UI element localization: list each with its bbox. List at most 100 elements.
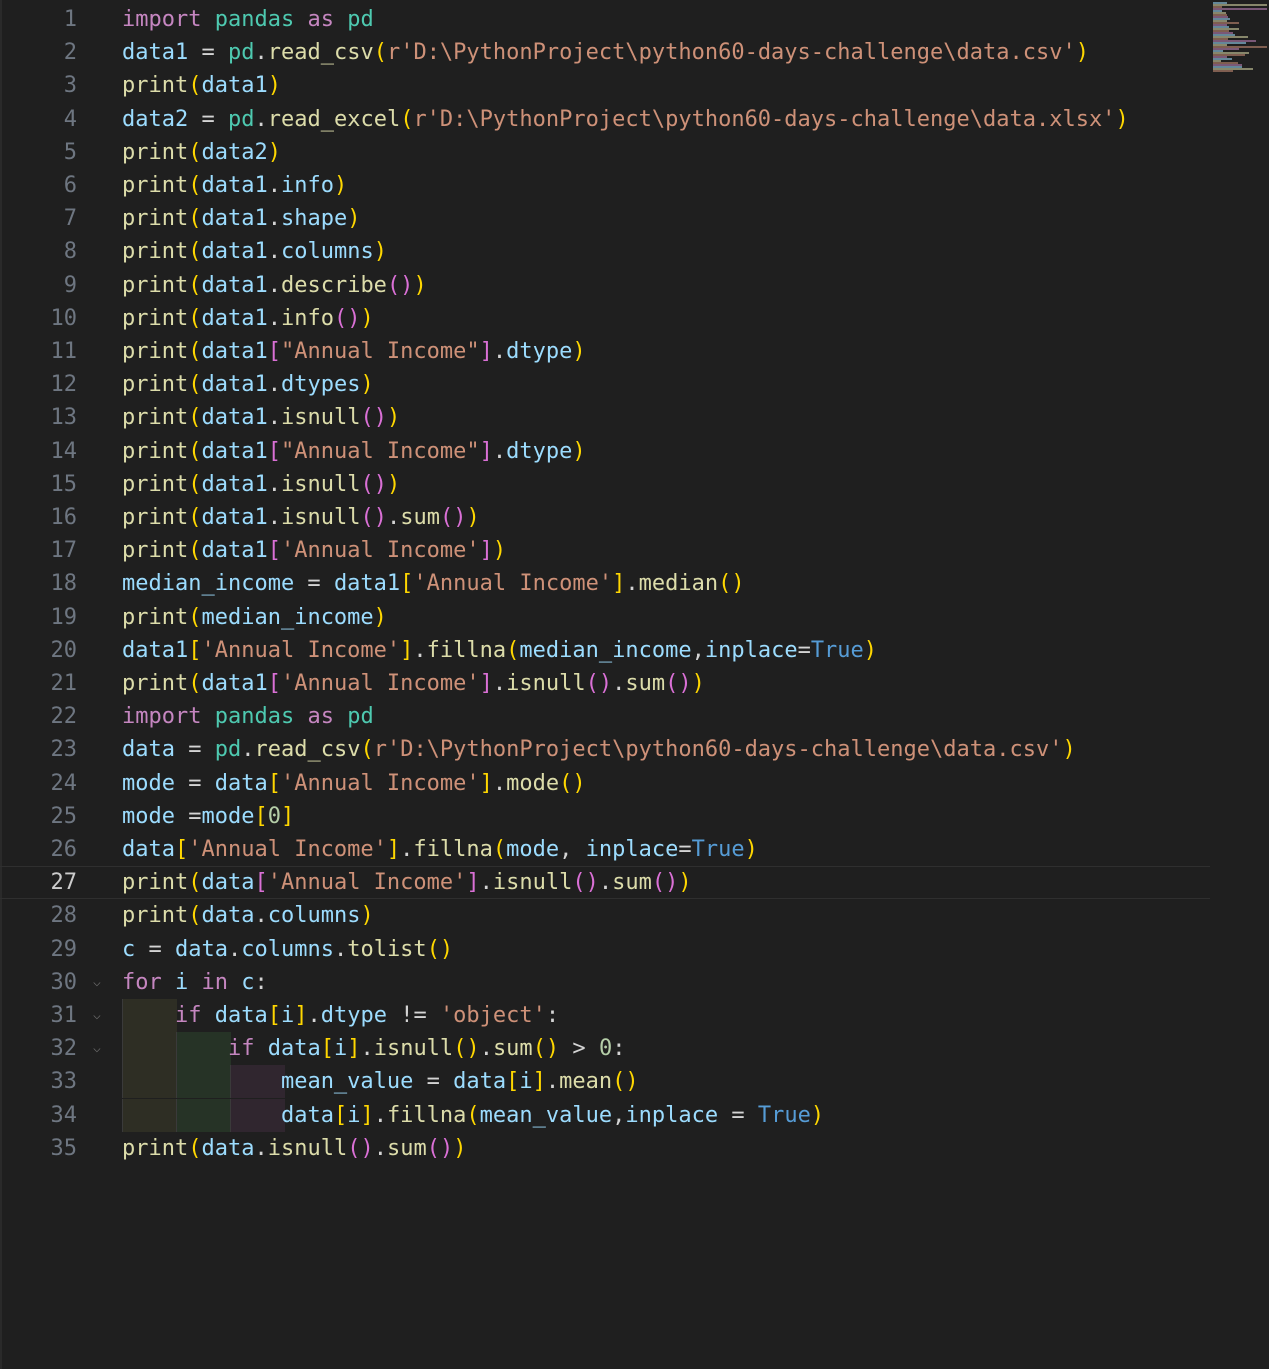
code-token: () [718, 571, 745, 597]
code-line[interactable]: 12 print(data1.dtypes) [0, 368, 1210, 401]
code-text[interactable]: mode = data['Annual Income'].mode() [122, 767, 586, 800]
code-token: ) [691, 671, 705, 696]
code-text[interactable]: for i in c: [122, 966, 268, 999]
code-line[interactable]: 28 print(data.columns) [0, 899, 1210, 932]
chevron-down-icon[interactable]: ⌵ [93, 1032, 101, 1065]
code-line[interactable]: 1 import pandas as pd [0, 3, 1210, 36]
code-text[interactable]: print(data1.isnull()) [122, 401, 400, 434]
code-line[interactable]: 22 import pandas as pd [0, 700, 1210, 733]
line-number: 17 [50, 538, 78, 564]
code-line[interactable]: 34 data[i].fillna(mean_value,inplace = T… [0, 1098, 1210, 1132]
code-text[interactable]: data = pd.read_csv(r'D:\PythonProject\py… [122, 733, 1076, 766]
code-line[interactable]: 13 print(data1.isnull()) [0, 401, 1210, 434]
code-token: print [122, 239, 189, 265]
code-text[interactable]: print(data1.info) [122, 169, 347, 202]
code-text[interactable]: print(median_income) [122, 601, 387, 634]
code-line[interactable]: 16 print(data1.isnull().sum()) [0, 501, 1210, 534]
code-text[interactable]: print(data1.columns) [122, 235, 387, 268]
code-line[interactable]: 17 print(data1['Annual Income']) [0, 534, 1210, 567]
code-line[interactable]: 4 data2 = pd.read_excel(r'D:\PythonProjec… [0, 103, 1210, 136]
code-line[interactable]: 10 print(data1.info()) [0, 302, 1210, 335]
code-token: ) [453, 1135, 467, 1161]
code-line[interactable]: 3 print(data1) [0, 69, 1210, 102]
code-line[interactable]: 18 median_income = data1['Annual Income']… [0, 567, 1210, 600]
line-number: 31 [50, 1003, 78, 1028]
code-text[interactable]: print(data1) [122, 69, 281, 102]
code-text[interactable]: print(data1.dtypes) [122, 368, 374, 401]
code-token: isnull [280, 471, 361, 497]
code-line[interactable]: 7 print(data1.shape) [0, 202, 1210, 235]
code-text[interactable]: print(data1.shape) [122, 202, 360, 235]
code-text[interactable]: data[i].fillna(mean_value,inplace = True… [122, 1099, 824, 1132]
code-line[interactable]: 24 mode = data['Annual Income'].mode() [0, 767, 1210, 800]
code-token: . [400, 837, 414, 862]
code-text[interactable]: if data[i].dtype != 'object': [122, 999, 559, 1032]
code-text[interactable]: data['Annual Income'].fillna(mode, inpla… [122, 833, 758, 866]
code-line[interactable]: 33 mean_value = data[i].mean() [0, 1065, 1210, 1099]
code-line[interactable]: 25 mode =mode[0] [0, 800, 1210, 833]
code-text[interactable]: data1['Annual Income'].fillna(median_inc… [122, 634, 877, 667]
code-text[interactable]: print(data2) [122, 136, 281, 169]
code-line[interactable]: 20 data1['Annual Income'].fillna(median_i… [0, 634, 1210, 667]
code-text[interactable]: print(data1["Annual Income"].dtype) [122, 335, 586, 368]
code-token: ) [347, 206, 361, 232]
code-text[interactable]: c = data.columns.tolist() [122, 933, 453, 966]
code-text[interactable]: median_income = data1['Annual Income'].m… [122, 567, 745, 600]
code-line[interactable]: 14 print(data1["Annual Income"].dtype) [0, 435, 1210, 468]
code-text[interactable]: print(data1['Annual Income']) [122, 534, 506, 567]
code-line[interactable]: 35 print(data.isnull().sum()) [0, 1132, 1210, 1165]
line-number: 19 [50, 604, 78, 630]
code-line[interactable]: 32 ⌵ if data[i].isnull().sum() > 0: [0, 1032, 1210, 1066]
code-token: ] [280, 803, 295, 829]
code-token: mode [122, 803, 175, 829]
code-line[interactable]: 8 print(data1.columns) [0, 235, 1210, 268]
code-token: ( [188, 305, 202, 331]
code-text[interactable]: mean_value = data[i].mean() [122, 1065, 639, 1098]
code-token: ] [360, 1102, 374, 1128]
code-line[interactable]: 23 data = pd.read_csv(r'D:\PythonProject\… [0, 733, 1210, 766]
line-number: 5 [63, 139, 77, 165]
code-line[interactable]: 6 print(data1.info) [0, 169, 1210, 202]
code-text[interactable]: print(data1.isnull().sum()) [122, 501, 480, 534]
code-line[interactable]: 11 print(data1["Annual Income"].dtype) [0, 335, 1210, 368]
code-text[interactable]: print(data1.info()) [122, 302, 374, 335]
code-text[interactable]: import pandas as pd [122, 700, 374, 733]
code-text[interactable]: print(data1["Annual Income"].dtype) [122, 435, 586, 468]
code-line[interactable]: 9 print(data1.describe()) [0, 269, 1210, 302]
code-line[interactable]: 26 data['Annual Income'].fillna(mode, inp… [0, 833, 1210, 866]
code-line[interactable]: 19 print(median_income) [0, 601, 1210, 634]
code-line[interactable]: 27 print(data['Annual Income'].isnull().s… [0, 866, 1210, 899]
code-text[interactable]: print(data1.isnull()) [122, 468, 400, 501]
code-text[interactable]: if data[i].isnull().sum() > 0: [122, 1032, 625, 1065]
code-text[interactable]: data1 = pd.read_csv(r'D:\PythonProject\p… [122, 36, 1089, 69]
minimap[interactable] [1213, 2, 1269, 74]
code-token: pd [227, 40, 255, 66]
code-token: [ [320, 1036, 334, 1062]
code-text[interactable]: print(data1.describe()) [122, 269, 427, 302]
code-token: 'Annual Income' [188, 837, 387, 862]
code-token: . [307, 1003, 321, 1028]
code-text[interactable]: mode =mode[0] [122, 800, 294, 833]
code-line[interactable]: 15 print(data1.isnull()) [0, 468, 1210, 501]
code-text[interactable]: data2 = pd.read_excel(r'D:\PythonProject… [122, 103, 1129, 136]
code-text[interactable]: print(data.isnull().sum()) [122, 1132, 466, 1165]
code-line[interactable]: 29 c = data.columns.tolist() [0, 933, 1210, 966]
code-editor[interactable]: 1 import pandas as pd 2 data1 = pd.read_csv… [0, 0, 1269, 1369]
code-token: ( [188, 272, 202, 298]
code-token: . [492, 770, 507, 796]
code-token: () [572, 870, 599, 896]
code-line[interactable]: 30 ⌵ for i in c: [0, 966, 1210, 999]
code-line[interactable]: 31 ⌵ if data[i].dtype != 'object': [0, 999, 1210, 1032]
code-token: () [612, 1069, 639, 1095]
chevron-down-icon[interactable]: ⌵ [93, 999, 101, 1032]
code-text[interactable]: print(data.columns) [122, 899, 374, 932]
code-line[interactable]: 2 data1 = pd.read_csv(r'D:\PythonProject\… [0, 36, 1210, 69]
code-line[interactable]: 21 print(data1['Annual Income'].isnull().… [0, 667, 1210, 700]
code-text[interactable]: import pandas as pd [122, 3, 374, 36]
chevron-down-icon[interactable]: ⌵ [93, 966, 101, 999]
code-line[interactable]: 5 print(data2) [0, 136, 1210, 169]
code-text[interactable]: print(data1['Annual Income'].isnull().su… [122, 667, 705, 700]
code-text[interactable]: print(data['Annual Income'].isnull().sum… [122, 866, 692, 899]
